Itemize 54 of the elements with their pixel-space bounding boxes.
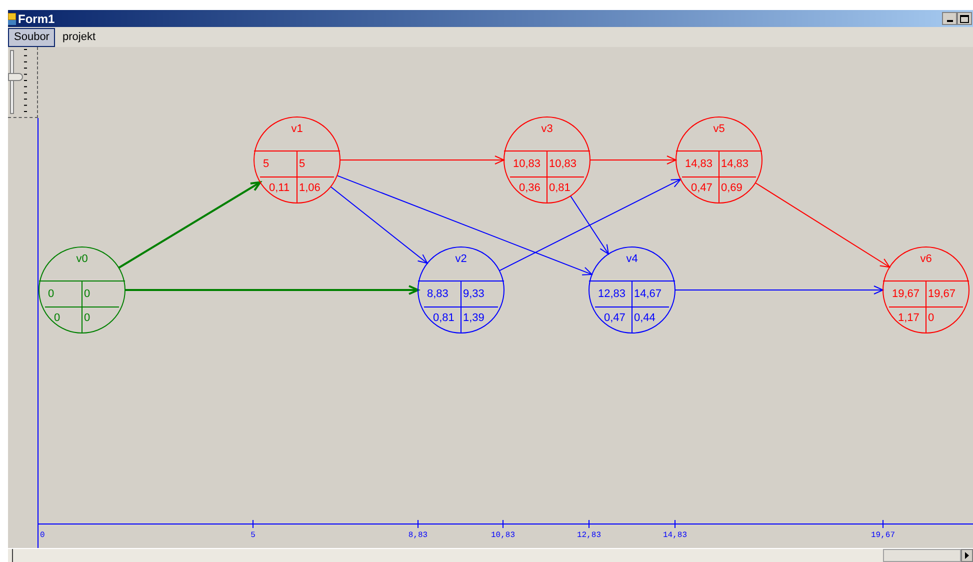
tick-label: 14,83 — [663, 531, 687, 540]
node-value: 14,67 — [634, 288, 662, 300]
node-label: v1 — [291, 123, 303, 135]
node-value: 14,83 — [685, 158, 713, 170]
window-icon — [8, 12, 16, 24]
node-label: v4 — [626, 253, 638, 265]
node-value: 5 — [263, 158, 270, 170]
node-label: v5 — [713, 123, 725, 135]
node-label: v3 — [541, 123, 553, 135]
node-value: 10,83 — [549, 158, 577, 170]
node-value: 0,81 — [433, 312, 454, 324]
node-value: 0 — [928, 312, 934, 324]
scrollbar-thumb[interactable] — [883, 549, 961, 562]
minimize-icon — [946, 20, 952, 22]
menu-item[interactable]: Soubor — [8, 28, 56, 46]
node-value: 1,17 — [898, 312, 920, 324]
node-value: 0,11 — [269, 182, 290, 194]
tick-label: 19,67 — [871, 531, 895, 540]
node-value: 14,83 — [721, 158, 749, 170]
tick-label: 0 — [40, 531, 45, 540]
maximize-button[interactable] — [957, 12, 972, 25]
scroll-right-button[interactable] — [961, 549, 973, 562]
tick-label: 5 — [250, 531, 256, 540]
caret-right-icon — [965, 552, 969, 559]
node-value: 0 — [48, 288, 54, 300]
node-value: 19,67 — [892, 288, 920, 300]
node-value: 10,83 — [513, 158, 541, 170]
tick-label: 10,83 — [491, 531, 515, 540]
node-value: 0 — [54, 312, 60, 324]
node-value: 0,47 — [604, 312, 626, 324]
node-value: 1,39 — [463, 312, 484, 324]
node-label: v6 — [920, 253, 932, 265]
window-title: Form1 — [18, 12, 55, 24]
node-label: v0 — [76, 253, 88, 265]
node-value: 0 — [84, 288, 90, 300]
node-label: v2 — [455, 253, 467, 265]
node-value: 0,81 — [549, 182, 570, 194]
tick-label: 12,83 — [577, 531, 601, 540]
maximize-icon — [960, 14, 969, 22]
node-value: 19,67 — [928, 288, 956, 300]
node-value: 0,47 — [691, 182, 712, 194]
node-value: 0 — [84, 312, 90, 324]
node-value: 9,33 — [463, 288, 484, 300]
node-value: 5 — [299, 158, 306, 170]
node-value: 1,06 — [299, 182, 320, 194]
node-value: 12,83 — [598, 288, 626, 300]
node-value: 0,44 — [634, 312, 656, 324]
node-value: 0,69 — [721, 182, 742, 194]
node-value: 8,83 — [427, 288, 448, 300]
horizontal-scrollbar[interactable] — [8, 548, 973, 562]
menu-item[interactable]: projekt — [55, 28, 103, 46]
tick-label: 8,83 — [408, 531, 428, 540]
node-value: 0,36 — [519, 182, 540, 194]
minimize-button[interactable] — [942, 12, 957, 25]
